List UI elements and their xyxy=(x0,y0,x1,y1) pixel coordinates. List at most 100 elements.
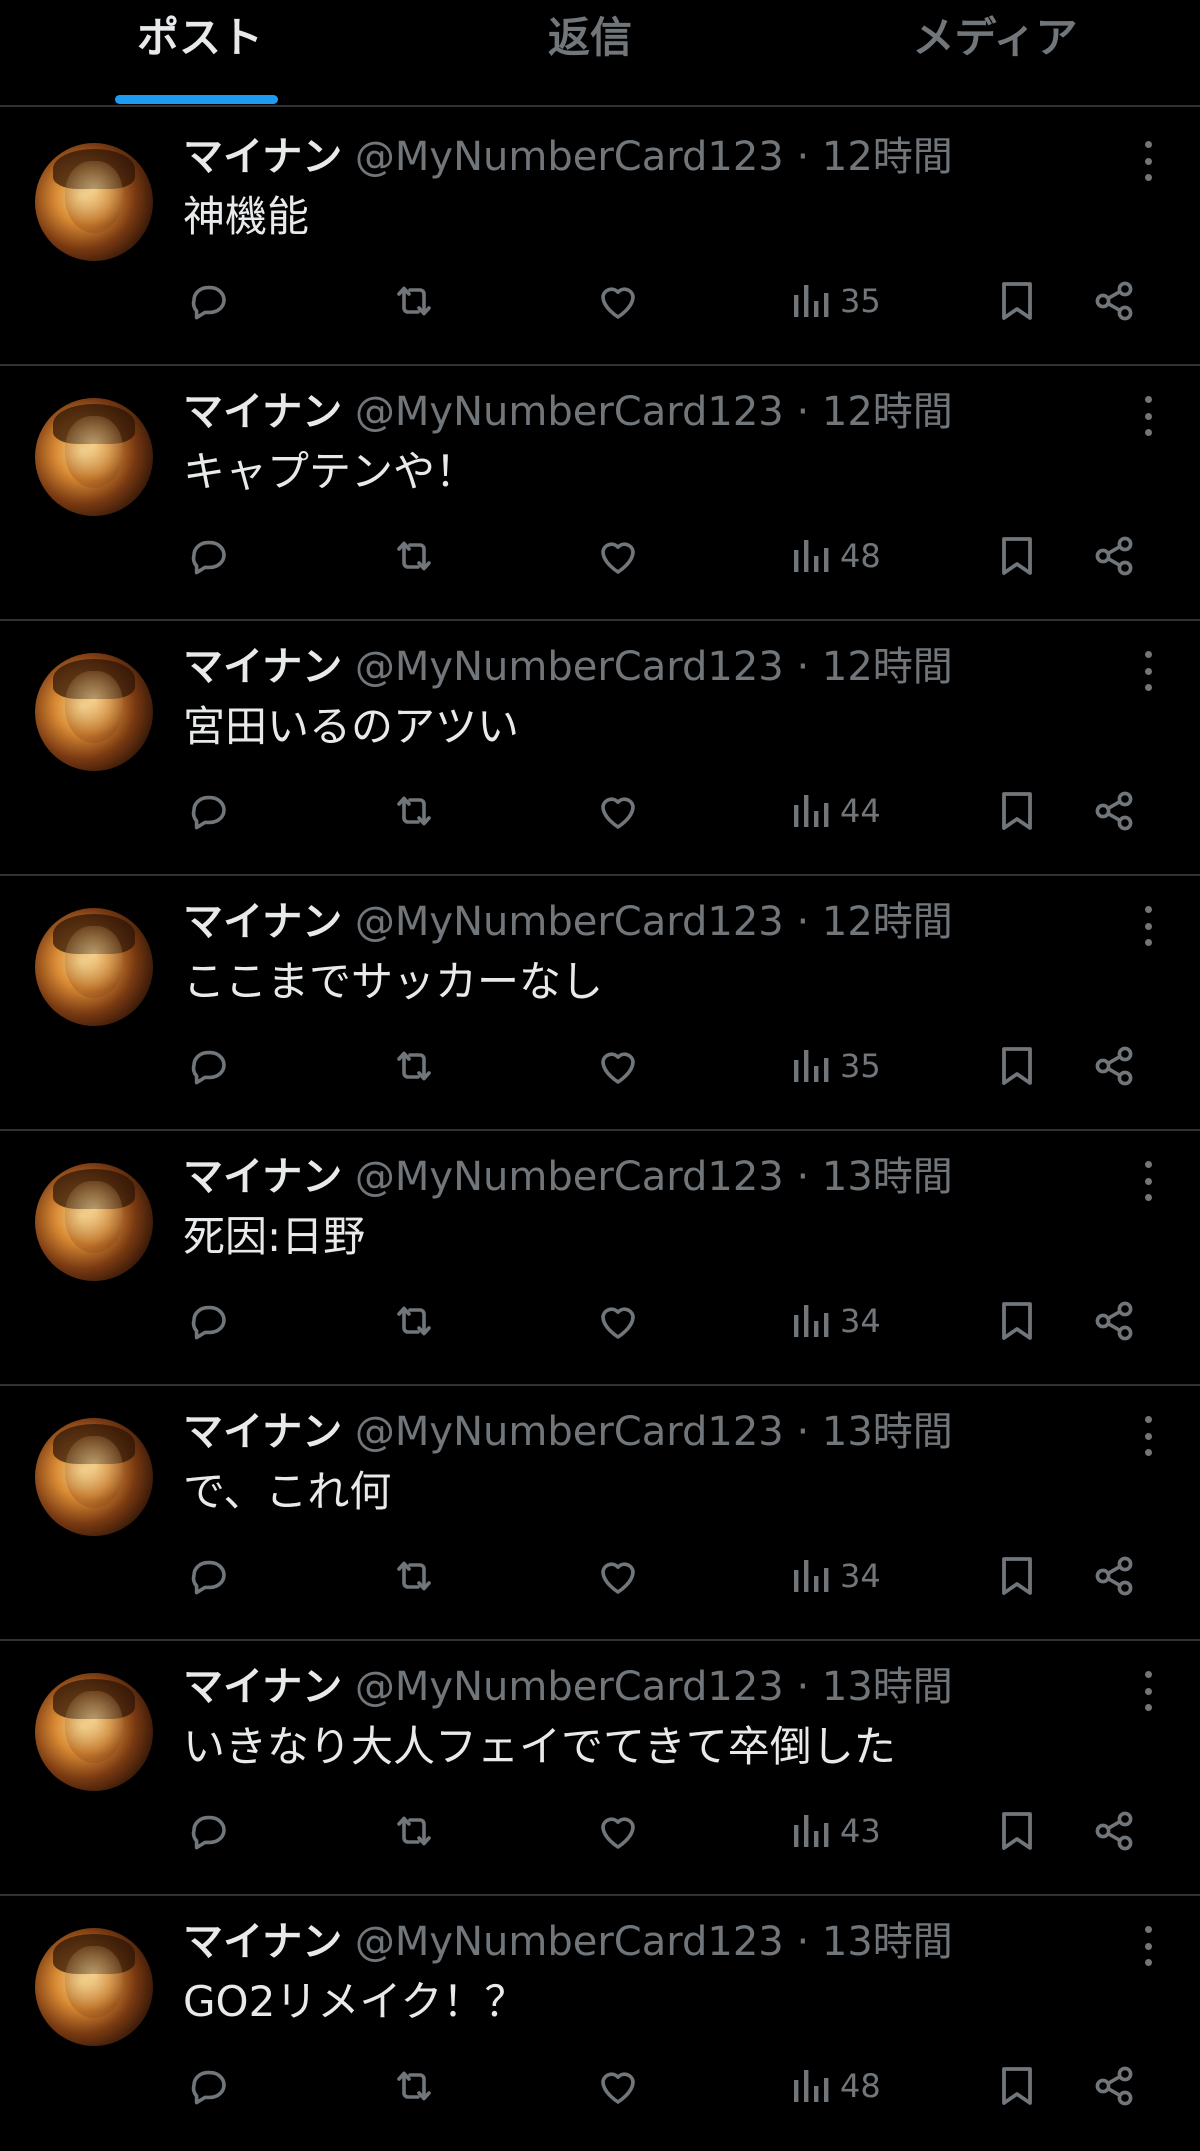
user-handle[interactable]: @MyNumberCard123 xyxy=(355,1154,784,1200)
more-vertical-icon[interactable] xyxy=(1136,141,1160,181)
more-vertical-icon[interactable] xyxy=(1136,396,1160,436)
bookmark-button[interactable] xyxy=(994,2062,1040,2110)
display-name[interactable]: マイナン xyxy=(183,1409,342,1455)
views-button[interactable]: 48 xyxy=(790,2062,881,2110)
share-button[interactable] xyxy=(1090,1297,1138,1345)
reply-button[interactable] xyxy=(185,787,233,835)
post[interactable]: マイナン @MyNumberCard123 · 13時間 GO2リメイク！？ 4… xyxy=(0,1896,1200,2151)
bookmark-button[interactable] xyxy=(994,1297,1040,1345)
post-time[interactable]: 12時間 xyxy=(822,389,953,435)
post-time[interactable]: 12時間 xyxy=(822,134,953,180)
post[interactable]: マイナン @MyNumberCard123 · 12時間 キャプテンや！ 48 xyxy=(0,366,1200,621)
post-time[interactable]: 13時間 xyxy=(822,1664,953,1710)
views-button[interactable]: 34 xyxy=(790,1552,881,1600)
bookmark-button[interactable] xyxy=(994,1042,1040,1090)
like-button[interactable] xyxy=(594,1297,642,1345)
more-vertical-icon[interactable] xyxy=(1136,1926,1160,1966)
reply-button[interactable] xyxy=(185,1552,233,1600)
post-time[interactable]: 13時間 xyxy=(822,1409,953,1455)
more-vertical-icon[interactable] xyxy=(1136,1671,1160,1711)
share-button[interactable] xyxy=(1090,787,1138,835)
share-button[interactable] xyxy=(1090,1807,1138,1855)
views-button[interactable]: 44 xyxy=(790,787,881,835)
repost-button[interactable] xyxy=(390,1552,438,1600)
bookmark-button[interactable] xyxy=(994,1552,1040,1600)
more-vertical-icon[interactable] xyxy=(1136,651,1160,691)
bookmark-button[interactable] xyxy=(994,1807,1040,1855)
views-button[interactable]: 48 xyxy=(790,532,881,580)
like-button[interactable] xyxy=(594,787,642,835)
share-button[interactable] xyxy=(1090,532,1138,580)
repost-button[interactable] xyxy=(390,1297,438,1345)
like-button[interactable] xyxy=(594,277,642,325)
post[interactable]: マイナン @MyNumberCard123 · 13時間 いきなり大人フェイでて… xyxy=(0,1641,1200,1896)
repost-button[interactable] xyxy=(390,2062,438,2110)
post-time[interactable]: 12時間 xyxy=(822,644,953,690)
like-button[interactable] xyxy=(594,1042,642,1090)
views-button[interactable]: 43 xyxy=(790,1807,881,1855)
more-vertical-icon[interactable] xyxy=(1136,906,1160,946)
user-handle[interactable]: @MyNumberCard123 xyxy=(355,1409,784,1455)
more-vertical-icon[interactable] xyxy=(1136,1161,1160,1201)
user-handle[interactable]: @MyNumberCard123 xyxy=(355,134,784,180)
repost-button[interactable] xyxy=(390,1807,438,1855)
like-button[interactable] xyxy=(594,1552,642,1600)
avatar[interactable] xyxy=(35,1163,153,1281)
views-button[interactable]: 34 xyxy=(790,1297,881,1345)
avatar[interactable] xyxy=(35,653,153,771)
share-button[interactable] xyxy=(1090,1552,1138,1600)
bookmark-button[interactable] xyxy=(994,532,1040,580)
avatar[interactable] xyxy=(35,1418,153,1536)
post[interactable]: マイナン @MyNumberCard123 · 13時間 で、これ何 34 xyxy=(0,1386,1200,1641)
display-name[interactable]: マイナン xyxy=(183,644,342,690)
post-time[interactable]: 13時間 xyxy=(822,1919,953,1965)
repost-button[interactable] xyxy=(390,787,438,835)
share-button[interactable] xyxy=(1090,2062,1138,2110)
display-name[interactable]: マイナン xyxy=(183,134,342,180)
avatar[interactable] xyxy=(35,143,153,261)
repost-button[interactable] xyxy=(390,277,438,325)
display-name[interactable]: マイナン xyxy=(183,1919,342,1965)
user-handle[interactable]: @MyNumberCard123 xyxy=(355,389,784,435)
like-button[interactable] xyxy=(594,1807,642,1855)
repost-button[interactable] xyxy=(390,532,438,580)
avatar[interactable] xyxy=(35,908,153,1026)
display-name[interactable]: マイナン xyxy=(183,899,342,945)
like-button[interactable] xyxy=(594,532,642,580)
tab-posts[interactable]: ポスト xyxy=(85,0,315,80)
repost-button[interactable] xyxy=(390,1042,438,1090)
post-time[interactable]: 12時間 xyxy=(822,899,953,945)
like-button[interactable] xyxy=(594,2062,642,2110)
bookmark-button[interactable] xyxy=(994,277,1040,325)
views-button[interactable]: 35 xyxy=(790,1042,881,1090)
post-time[interactable]: 13時間 xyxy=(822,1154,953,1200)
display-name[interactable]: マイナン xyxy=(183,389,342,435)
post[interactable]: マイナン @MyNumberCard123 · 12時間 宮田いるのアツい 44 xyxy=(0,621,1200,876)
tab-replies[interactable]: 返信 xyxy=(475,0,705,80)
reply-button[interactable] xyxy=(185,1042,233,1090)
reply-button[interactable] xyxy=(185,1807,233,1855)
post[interactable]: マイナン @MyNumberCard123 · 12時間 神機能 35 xyxy=(0,111,1200,366)
reply-button[interactable] xyxy=(185,277,233,325)
post-text: いきなり大人フェイでてきて卒倒した xyxy=(183,1722,896,1771)
reply-button[interactable] xyxy=(185,532,233,580)
views-button[interactable]: 35 xyxy=(790,277,881,325)
bookmark-button[interactable] xyxy=(994,787,1040,835)
more-vertical-icon[interactable] xyxy=(1136,1416,1160,1456)
avatar[interactable] xyxy=(35,1673,153,1791)
post[interactable]: マイナン @MyNumberCard123 · 12時間 ここまでサッカーなし xyxy=(0,876,1200,1131)
display-name[interactable]: マイナン xyxy=(183,1154,342,1200)
avatar[interactable] xyxy=(35,1928,153,2046)
user-handle[interactable]: @MyNumberCard123 xyxy=(355,644,784,690)
share-button[interactable] xyxy=(1090,277,1138,325)
post[interactable]: マイナン @MyNumberCard123 · 13時間 死因:日野 34 xyxy=(0,1131,1200,1386)
tab-media[interactable]: メディア xyxy=(880,0,1110,80)
reply-button[interactable] xyxy=(185,2062,233,2110)
avatar[interactable] xyxy=(35,398,153,516)
display-name[interactable]: マイナン xyxy=(183,1664,342,1710)
user-handle[interactable]: @MyNumberCard123 xyxy=(355,1919,784,1965)
user-handle[interactable]: @MyNumberCard123 xyxy=(355,899,784,945)
user-handle[interactable]: @MyNumberCard123 xyxy=(355,1664,784,1710)
reply-button[interactable] xyxy=(185,1297,233,1345)
share-button[interactable] xyxy=(1090,1042,1138,1090)
